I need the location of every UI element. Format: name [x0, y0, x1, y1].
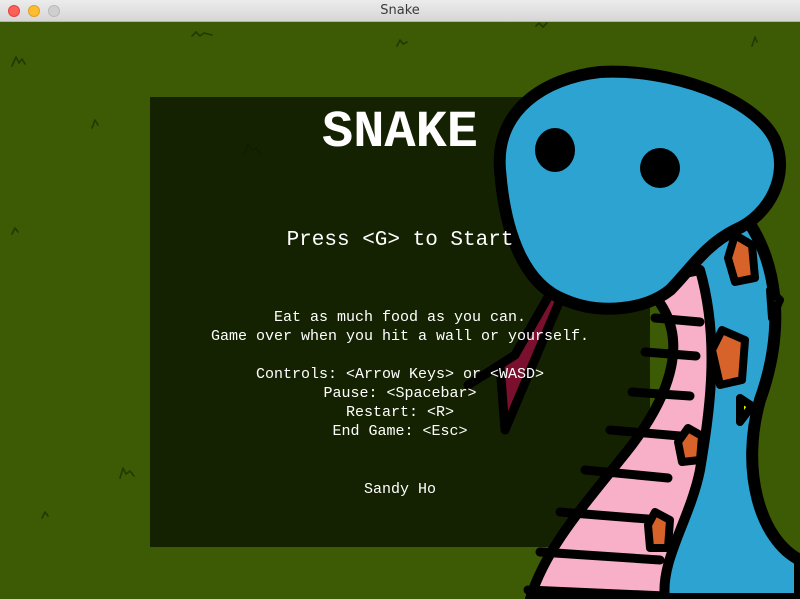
window-titlebar[interactable]: Snake [0, 0, 800, 22]
snake-scale [644, 508, 674, 552]
belly-stripe [640, 347, 701, 361]
instruction-line: Game over when you hit a wall or yoursel… [210, 328, 590, 345]
controls-line: Controls: <Arrow Keys> or <WASD> [255, 366, 545, 383]
instruction-line: Eat as much food as you can. [273, 309, 527, 326]
start-prompt: Press <G> to Start [286, 229, 514, 252]
author-credit: Sandy Ho [363, 481, 436, 498]
game-title: SNAKE [321, 103, 479, 162]
game-canvas[interactable]: SNAKE Press <G> to Start Eat as much foo… [0, 22, 800, 599]
restart-line: Restart: <R> [345, 404, 455, 421]
window-title: Snake [380, 3, 420, 18]
pause-line: Pause: <Spacebar> [323, 385, 477, 402]
belly-stripe [523, 585, 670, 599]
end-game-line: End Game: <Esc> [332, 423, 468, 440]
